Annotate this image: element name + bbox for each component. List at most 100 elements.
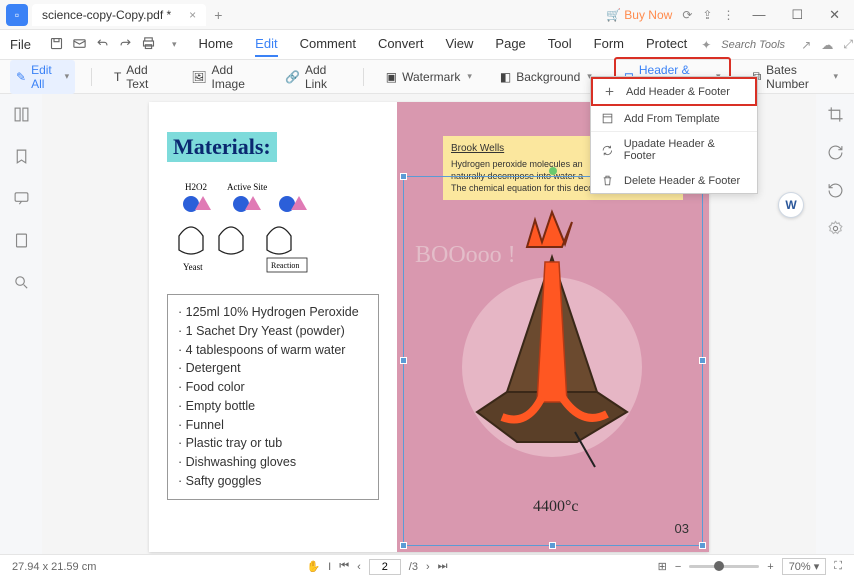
search-tools-input[interactable] bbox=[721, 39, 791, 51]
save-icon[interactable] bbox=[49, 36, 64, 54]
search-panel-icon[interactable] bbox=[13, 274, 30, 294]
dd-update-header-footer[interactable]: Upadate Header & Footer bbox=[591, 132, 757, 168]
header-footer-dropdown: Add Header & Footer Add From Template Up… bbox=[590, 76, 758, 194]
resize-handle-se[interactable] bbox=[699, 542, 706, 549]
chevron-down-icon: ▾ bbox=[833, 71, 838, 82]
list-item: Safty goggles bbox=[178, 472, 368, 491]
file-menu[interactable]: File bbox=[10, 37, 31, 52]
prev-page-icon[interactable]: ‹ bbox=[357, 561, 361, 573]
mail-icon[interactable] bbox=[72, 36, 87, 54]
tab-tool[interactable]: Tool bbox=[548, 32, 572, 57]
fullscreen-icon[interactable]: ⛶ bbox=[834, 560, 842, 573]
zoom-thumb[interactable] bbox=[714, 561, 724, 571]
template-icon bbox=[601, 112, 614, 125]
add-image-button[interactable]: 🖼 Add Image bbox=[185, 60, 263, 94]
cloud-icon[interactable]: ☁ bbox=[821, 38, 833, 52]
tab-view[interactable]: View bbox=[445, 32, 473, 57]
kebab-menu-icon[interactable]: ⋮ bbox=[722, 8, 734, 22]
h2o2-label: H2O2 bbox=[185, 182, 207, 192]
plus-icon bbox=[603, 85, 616, 98]
attachment-icon[interactable] bbox=[13, 232, 30, 252]
resize-handle-e[interactable] bbox=[699, 357, 706, 364]
share-icon[interactable]: ⇪ bbox=[702, 8, 712, 22]
maximize-button[interactable]: ☐ bbox=[783, 3, 811, 27]
bookmark-icon[interactable] bbox=[13, 148, 30, 168]
wand-icon[interactable]: ✦ bbox=[701, 38, 711, 52]
expand-icon[interactable]: ⤢ bbox=[843, 37, 853, 52]
dd-add-header-footer[interactable]: Add Header & Footer bbox=[591, 77, 757, 106]
page-number: 03 bbox=[675, 521, 689, 536]
thumbnails-icon[interactable] bbox=[13, 106, 30, 126]
reaction-label: Reaction bbox=[271, 261, 299, 270]
materials-list: 125ml 10% Hydrogen Peroxide 1 Sachet Dry… bbox=[167, 294, 379, 500]
watermark-button[interactable]: ▣ Watermark ▾ bbox=[380, 67, 478, 87]
background-icon: ◧ bbox=[500, 70, 511, 84]
tab-convert[interactable]: Convert bbox=[378, 32, 424, 57]
main-tabs: Home Edit Comment Convert View Page Tool… bbox=[198, 32, 687, 57]
rotate-left-icon[interactable] bbox=[827, 182, 844, 202]
dd-delete-header-footer[interactable]: Delete Header & Footer bbox=[591, 168, 757, 193]
edit-all-button[interactable]: ✎ Edit All ▾ bbox=[10, 60, 75, 94]
print-icon[interactable] bbox=[141, 36, 156, 54]
close-window-button[interactable]: ✕ bbox=[821, 3, 848, 27]
zoom-out-icon[interactable]: − bbox=[675, 561, 681, 573]
undo-icon[interactable] bbox=[95, 36, 110, 54]
list-item: Funnel bbox=[178, 416, 368, 435]
chevron-down-icon[interactable]: ▾ bbox=[172, 39, 177, 50]
list-item: 1 Sachet Dry Yeast (powder) bbox=[178, 322, 368, 341]
redo-icon[interactable] bbox=[118, 36, 133, 54]
tab-form[interactable]: Form bbox=[594, 32, 624, 57]
resize-handle-sw[interactable] bbox=[400, 542, 407, 549]
refresh-icon bbox=[601, 144, 614, 157]
resize-handle-nw[interactable] bbox=[400, 173, 407, 180]
add-text-label: Add Text bbox=[126, 63, 163, 91]
new-tab-button[interactable]: + bbox=[214, 7, 222, 23]
word-export-badge[interactable]: W bbox=[778, 192, 804, 218]
add-text-button[interactable]: T Add Text bbox=[108, 60, 169, 94]
tab-edit[interactable]: Edit bbox=[255, 32, 277, 57]
minimize-button[interactable]: — bbox=[744, 3, 773, 26]
page-total: /3 bbox=[409, 561, 418, 573]
last-page-icon[interactable]: ⏭ bbox=[438, 560, 448, 573]
yeast-label: Yeast bbox=[183, 262, 203, 272]
resize-handle-s[interactable] bbox=[549, 542, 556, 549]
watermark-label: Watermark bbox=[402, 70, 460, 84]
buy-now-link[interactable]: 🛒 Buy Now bbox=[606, 8, 672, 22]
tab-page[interactable]: Page bbox=[495, 32, 525, 57]
list-item: 4 tablespoons of warm water bbox=[178, 341, 368, 360]
page-dimensions: 27.94 x 21.59 cm bbox=[12, 561, 96, 573]
tab-comment[interactable]: Comment bbox=[300, 32, 356, 57]
settings-icon[interactable] bbox=[827, 220, 844, 240]
open-external-icon[interactable]: ↗ bbox=[801, 38, 811, 52]
zoom-in-icon[interactable]: + bbox=[767, 561, 773, 573]
select-tool-icon[interactable]: I bbox=[328, 561, 331, 573]
close-tab-icon[interactable]: × bbox=[189, 8, 196, 22]
add-link-button[interactable]: 🔗 Add Link bbox=[279, 60, 347, 94]
list-item: Detergent bbox=[178, 359, 368, 378]
document-name: science-copy-Copy.pdf * bbox=[42, 8, 171, 22]
bates-label: Bates Number bbox=[766, 63, 826, 91]
crop-icon[interactable] bbox=[827, 106, 844, 126]
sync-icon[interactable]: ⟳ bbox=[682, 8, 692, 22]
tab-home[interactable]: Home bbox=[198, 32, 233, 57]
next-page-icon[interactable]: › bbox=[426, 561, 430, 573]
rotate-right-icon[interactable] bbox=[827, 144, 844, 164]
page-number-input[interactable] bbox=[369, 559, 401, 575]
image-icon: 🖼 bbox=[191, 70, 206, 84]
first-page-icon[interactable]: ⏮ bbox=[339, 560, 349, 573]
background-label: Background bbox=[516, 70, 580, 84]
rotate-handle[interactable] bbox=[549, 167, 557, 175]
hand-tool-icon[interactable]: ✋ bbox=[306, 560, 320, 573]
resize-handle-w[interactable] bbox=[400, 357, 407, 364]
dd-add-from-template[interactable]: Add From Template bbox=[591, 106, 757, 131]
divider bbox=[91, 68, 92, 86]
fit-width-icon[interactable]: ⊞ bbox=[658, 560, 667, 573]
buy-now-label: Buy Now bbox=[624, 8, 672, 22]
comment-panel-icon[interactable] bbox=[13, 190, 30, 210]
tab-protect[interactable]: Protect bbox=[646, 32, 687, 57]
background-button[interactable]: ◧ Background ▾ bbox=[494, 67, 598, 87]
zoom-value[interactable]: 70% ▾ bbox=[782, 558, 827, 575]
bates-number-button[interactable]: ⧉ Bates Number ▾ bbox=[747, 60, 844, 94]
document-tab[interactable]: science-copy-Copy.pdf * × bbox=[32, 4, 206, 26]
list-item: 125ml 10% Hydrogen Peroxide bbox=[178, 303, 368, 322]
